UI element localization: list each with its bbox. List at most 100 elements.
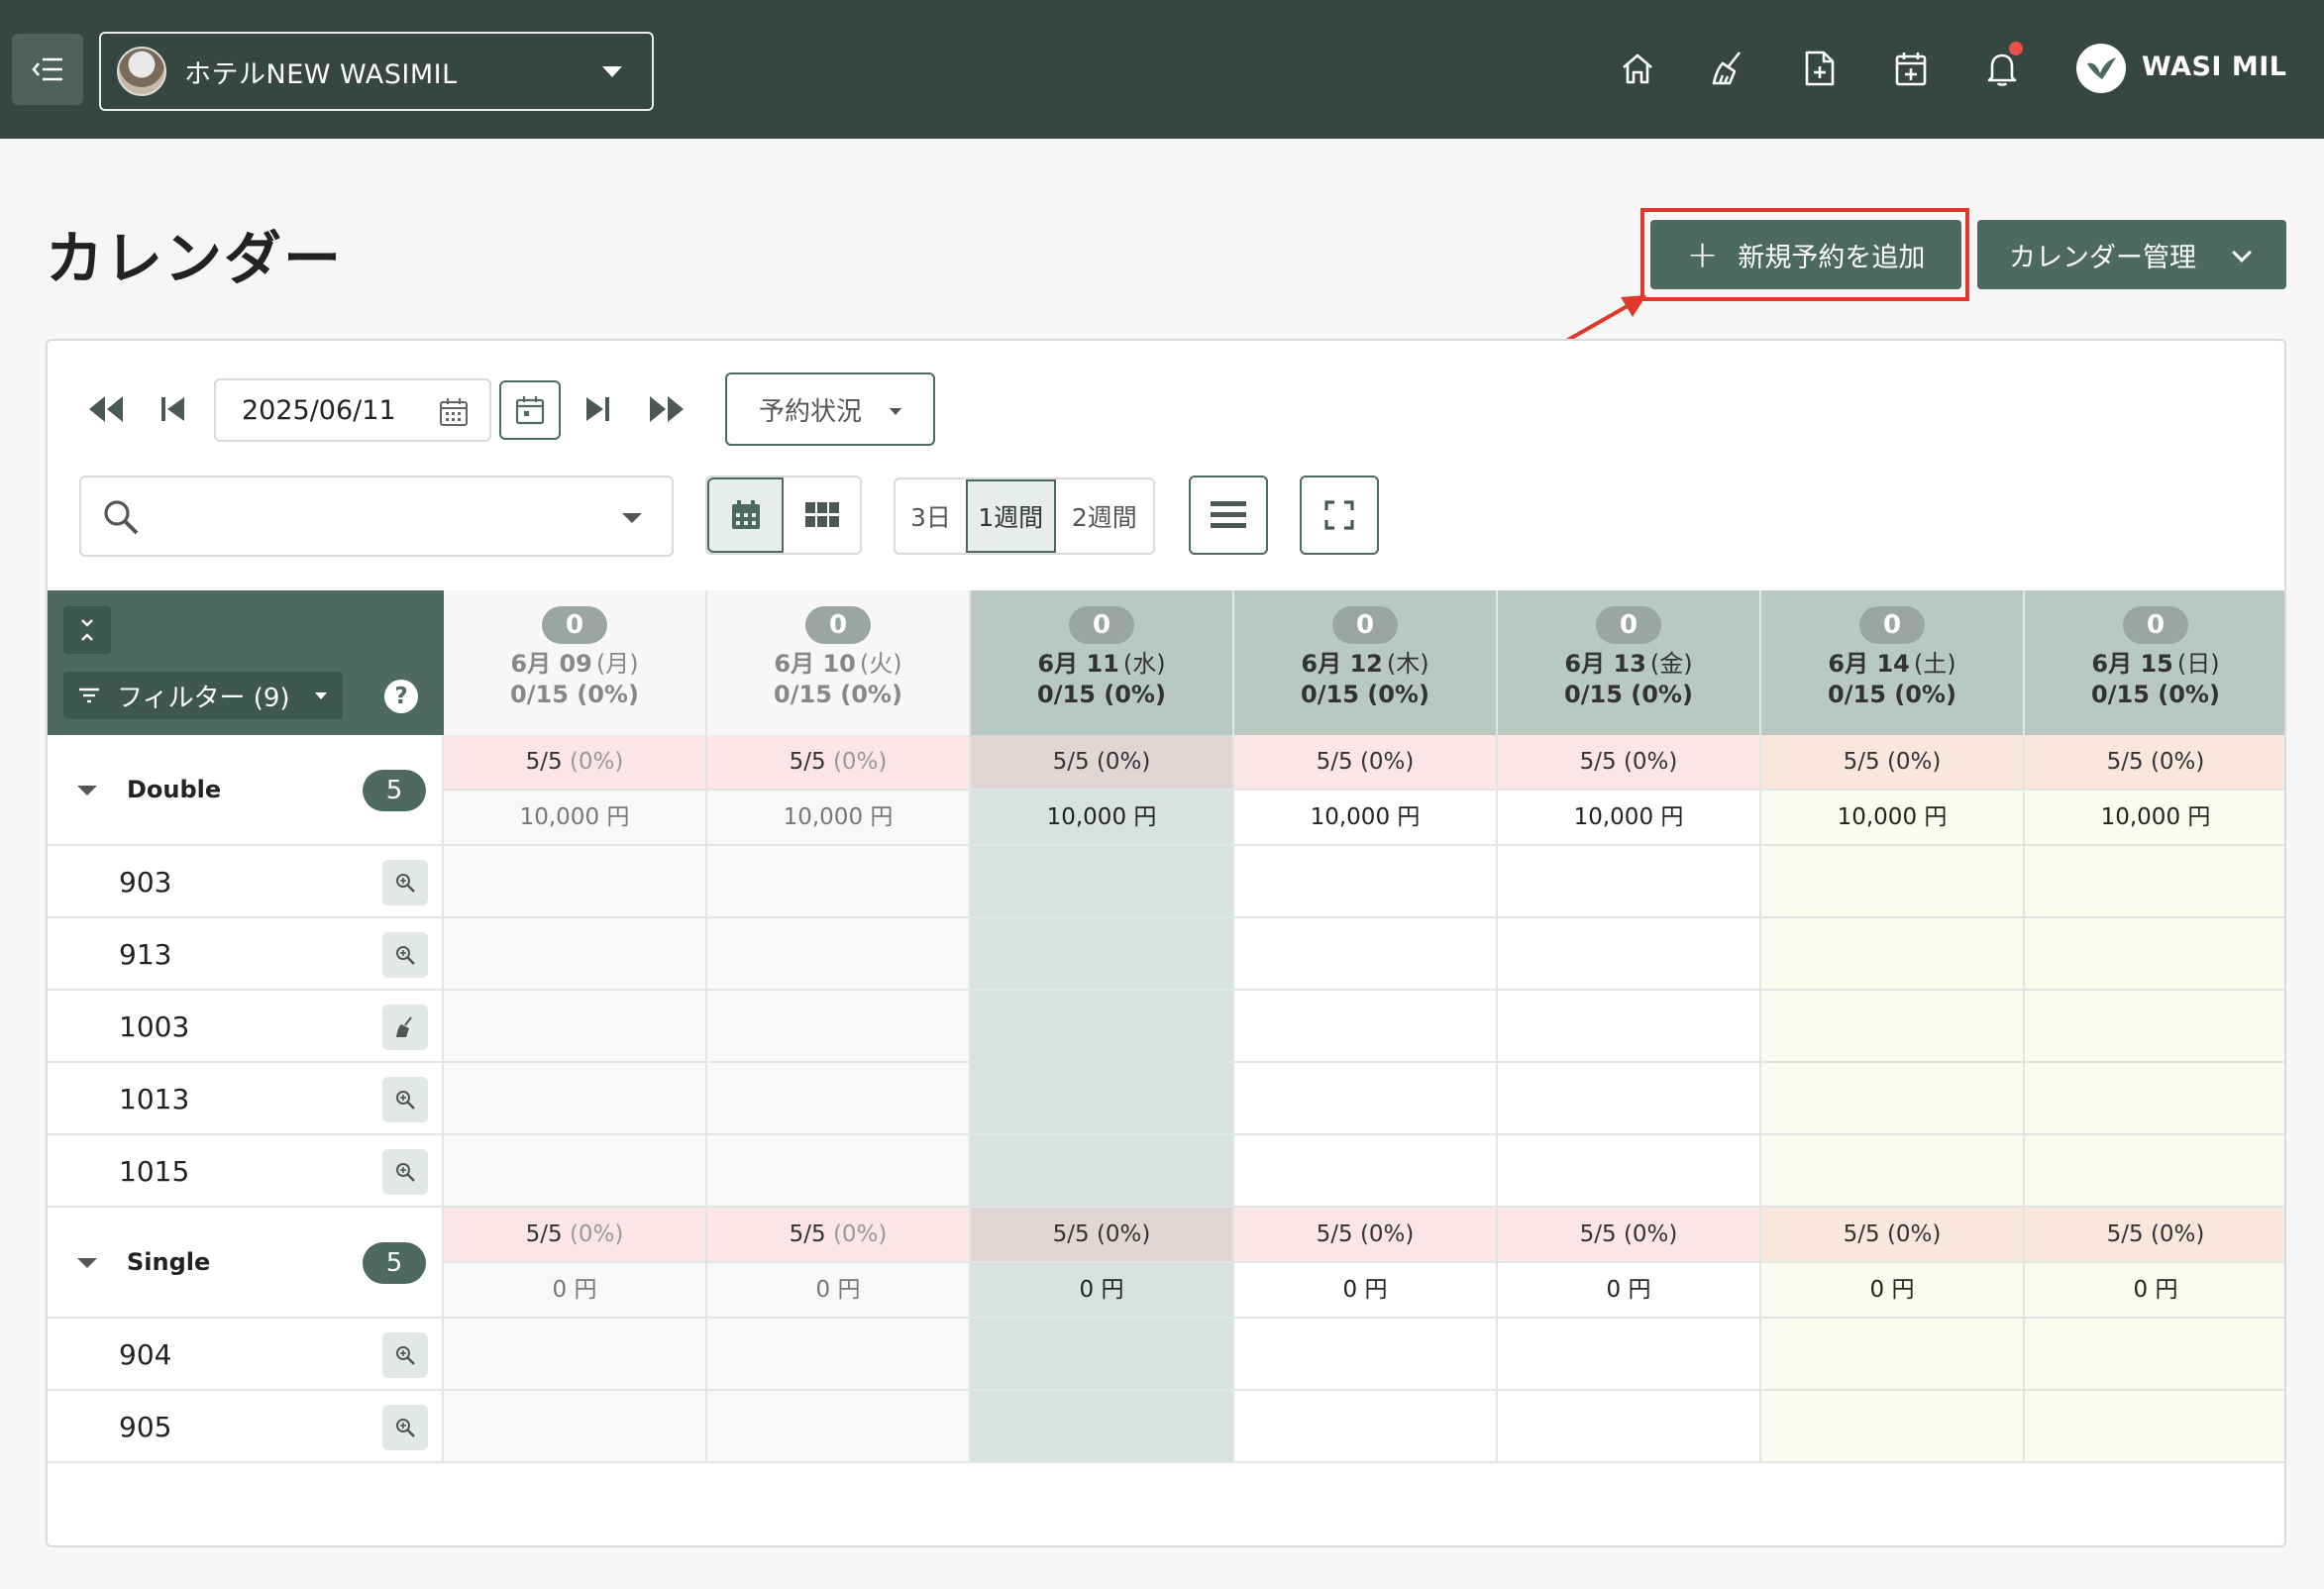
booking-cell[interactable]	[971, 918, 1234, 991]
booking-cell[interactable]	[1498, 918, 1761, 991]
price-cell[interactable]: 0 円	[971, 1263, 1234, 1319]
price-cell[interactable]: 0 円	[1761, 1263, 2025, 1319]
booking-cell[interactable]	[971, 991, 1234, 1063]
room-type-row[interactable]: Single 5	[48, 1208, 444, 1319]
price-cell[interactable]: 10,000 円	[971, 791, 1234, 846]
broom-icon[interactable]	[382, 1004, 428, 1050]
booking-cell[interactable]	[1761, 1319, 2025, 1391]
booking-cell[interactable]	[1234, 1319, 1498, 1391]
grid-view-button[interactable]	[784, 477, 860, 553]
price-cell[interactable]: 0 円	[1498, 1263, 1761, 1319]
fast-rewind-icon[interactable]	[87, 394, 127, 424]
zoom-icon[interactable]	[382, 1404, 428, 1450]
day-header[interactable]: 0 6月 12 (木) 0/15 (0%)	[1234, 590, 1498, 735]
booking-cell[interactable]	[444, 1063, 707, 1135]
price-cell[interactable]: 10,000 円	[1498, 791, 1761, 846]
help-icon[interactable]: ?	[384, 680, 418, 713]
booking-cell[interactable]	[1761, 1135, 2025, 1208]
booking-cell[interactable]	[1498, 1135, 1761, 1208]
price-cell[interactable]: 10,000 円	[444, 791, 707, 846]
room-row[interactable]: 1013	[48, 1063, 444, 1135]
booking-cell[interactable]	[707, 846, 971, 918]
range-3-days[interactable]: 3日	[896, 479, 966, 553]
booking-cell[interactable]	[1234, 846, 1498, 918]
price-cell[interactable]: 0 円	[1234, 1263, 1498, 1319]
price-cell[interactable]: 10,000 円	[707, 791, 971, 846]
booking-cell[interactable]	[707, 991, 971, 1063]
range-1-week[interactable]: 1週間	[965, 479, 1056, 553]
booking-cell[interactable]	[1761, 918, 2025, 991]
booking-cell[interactable]	[1498, 846, 1761, 918]
caret-down-icon[interactable]	[77, 1258, 97, 1268]
booking-cell[interactable]	[1761, 846, 2025, 918]
booking-cell[interactable]	[2025, 846, 2284, 918]
booking-cell[interactable]	[444, 1319, 707, 1391]
zoom-icon[interactable]	[382, 931, 428, 978]
price-cell[interactable]: 10,000 円	[1761, 791, 2025, 846]
filter-dropdown[interactable]: フィルター (9)	[63, 672, 343, 719]
booking-cell[interactable]	[971, 1319, 1234, 1391]
booking-cell[interactable]	[971, 1135, 1234, 1208]
booking-cell[interactable]	[707, 1391, 971, 1463]
notification-bell-icon[interactable]	[1979, 42, 2025, 91]
booking-cell[interactable]	[1234, 1391, 1498, 1463]
room-row[interactable]: 1003	[48, 991, 444, 1063]
booking-cell[interactable]	[2025, 918, 2284, 991]
reservation-status-dropdown[interactable]: 予約状況	[725, 372, 935, 446]
price-cell[interactable]: 10,000 円	[1234, 791, 1498, 846]
day-header[interactable]: 0 6月 15 (日) 0/15 (0%)	[2025, 590, 2284, 735]
booking-cell[interactable]	[1234, 1063, 1498, 1135]
day-header[interactable]: 0 6月 14 (土) 0/15 (0%)	[1761, 590, 2025, 735]
booking-cell[interactable]	[444, 991, 707, 1063]
day-header[interactable]: 0 6月 13 (金) 0/15 (0%)	[1498, 590, 1761, 735]
room-row[interactable]: 1015	[48, 1135, 444, 1208]
zoom-icon[interactable]	[382, 859, 428, 905]
booking-cell[interactable]	[444, 918, 707, 991]
today-button[interactable]	[499, 380, 561, 440]
date-input[interactable]: 2025/06/11	[214, 378, 491, 442]
caret-down-icon[interactable]	[77, 786, 97, 795]
calendar-management-button[interactable]: カレンダー管理	[1977, 220, 2286, 289]
booking-cell[interactable]	[2025, 1319, 2284, 1391]
booking-cell[interactable]	[2025, 1135, 2284, 1208]
booking-cell[interactable]	[1761, 1391, 2025, 1463]
booking-cell[interactable]	[1761, 991, 2025, 1063]
booking-cell[interactable]	[444, 1135, 707, 1208]
booking-cell[interactable]	[971, 846, 1234, 918]
price-cell[interactable]: 0 円	[444, 1263, 707, 1319]
room-type-row[interactable]: Double 5	[48, 735, 444, 846]
hotel-selector[interactable]: ホテルNEW WASIMIL	[99, 32, 654, 111]
booking-cell[interactable]	[1234, 991, 1498, 1063]
booking-cell[interactable]	[1234, 918, 1498, 991]
booking-cell[interactable]	[1498, 1319, 1761, 1391]
booking-cell[interactable]	[1498, 1063, 1761, 1135]
range-2-weeks[interactable]: 2週間	[1056, 479, 1153, 553]
booking-cell[interactable]	[971, 1063, 1234, 1135]
price-cell[interactable]: 10,000 円	[2025, 791, 2284, 846]
zoom-icon[interactable]	[382, 1148, 428, 1195]
fast-forward-icon[interactable]	[646, 394, 686, 424]
price-cell[interactable]: 0 円	[2025, 1263, 2284, 1319]
sidebar-toggle-button[interactable]	[12, 34, 83, 105]
user-avatar[interactable]	[2076, 44, 2126, 93]
broom-icon[interactable]	[1706, 46, 1751, 91]
skip-previous-icon[interactable]	[158, 394, 188, 424]
add-reservation-button[interactable]: + 新規予約を追加	[1650, 220, 1961, 289]
booking-cell[interactable]	[1234, 1135, 1498, 1208]
price-cell[interactable]: 0 円	[707, 1263, 971, 1319]
booking-cell[interactable]	[1498, 1391, 1761, 1463]
room-row[interactable]: 913	[48, 918, 444, 991]
fullscreen-button[interactable]	[1300, 476, 1379, 555]
booking-cell[interactable]	[1498, 991, 1761, 1063]
room-row[interactable]: 903	[48, 846, 444, 918]
booking-cell[interactable]	[2025, 991, 2284, 1063]
booking-cell[interactable]	[707, 1319, 971, 1391]
zoom-icon[interactable]	[382, 1076, 428, 1122]
add-calendar-icon[interactable]	[1888, 46, 1934, 91]
booking-cell[interactable]	[1761, 1063, 2025, 1135]
home-icon[interactable]	[1615, 46, 1660, 91]
booking-cell[interactable]	[971, 1391, 1234, 1463]
booking-cell[interactable]	[2025, 1063, 2284, 1135]
calendar-view-button[interactable]	[707, 477, 784, 553]
add-document-icon[interactable]	[1797, 46, 1843, 91]
